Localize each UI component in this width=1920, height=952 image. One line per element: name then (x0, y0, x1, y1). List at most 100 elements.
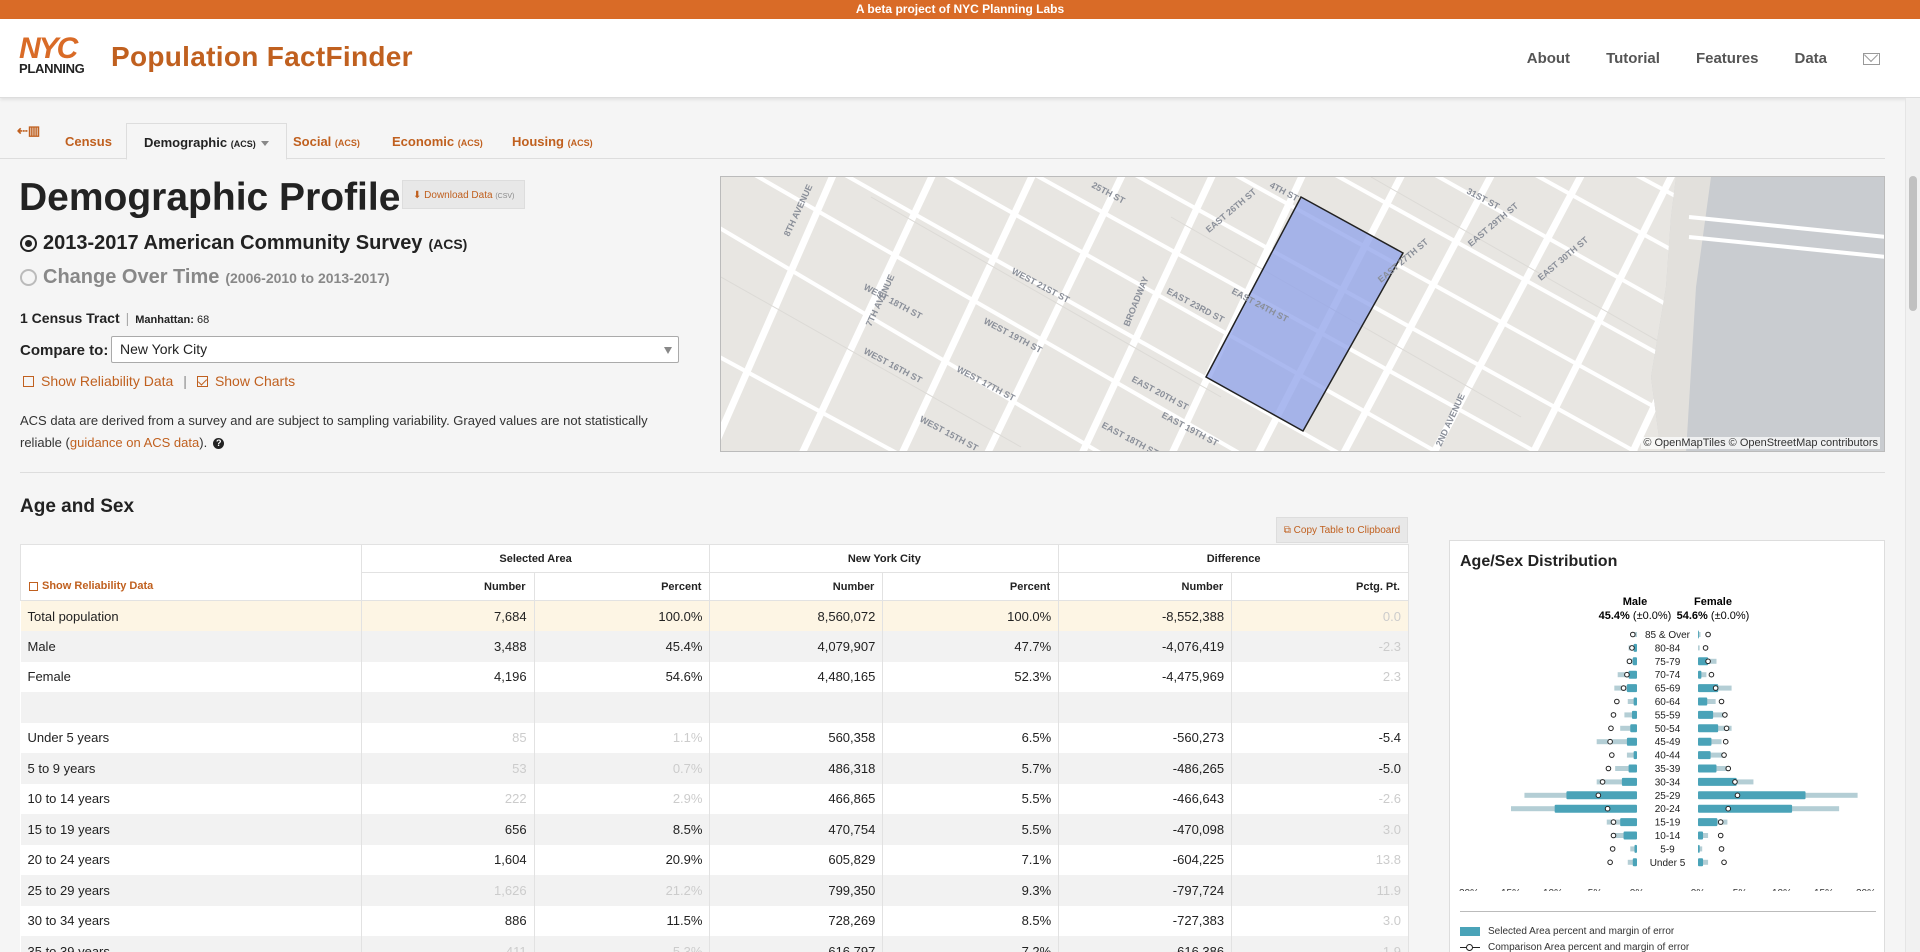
option-acs[interactable]: 2013-2017 American Community Survey (ACS… (20, 232, 467, 255)
female-comparison-point (1717, 819, 1724, 825)
tab-social[interactable]: Social (ACS) (276, 123, 377, 160)
table-cell: Female (20, 661, 362, 692)
table-cell: 7.2% (882, 936, 1060, 952)
table-cell: 1,626 (361, 875, 535, 906)
x-tick-label: 5% (1588, 888, 1603, 891)
col-header: Number (709, 572, 884, 601)
table-reliability-toggle[interactable]: Show Reliability Data (20, 544, 362, 601)
age-group-label: 25-29 (1655, 791, 1681, 802)
download-label: Download Data (424, 190, 493, 201)
table-cell: 886 (361, 905, 535, 936)
x-tick-label: 15% (1501, 888, 1521, 891)
tab-demographic[interactable]: Demographic (ACS) (126, 123, 287, 160)
table-cell: 0.0 (1231, 600, 1409, 631)
table-cell: 656 (361, 814, 535, 845)
table-cell: 100.0% (882, 600, 1060, 631)
back-to-map-icon[interactable]: ⇠▥ (17, 123, 40, 139)
table-cell: 222 (361, 783, 535, 814)
female-comparison-point (1725, 765, 1732, 772)
download-data-button[interactable]: ⬇ Download Data (CSV) (402, 180, 526, 209)
table-cell: 8.5% (534, 814, 711, 845)
female-comparison-point (1717, 832, 1724, 839)
reliability-checkbox[interactable] (23, 375, 34, 387)
x-tick-label: 10% (1772, 888, 1792, 891)
table-cell: 560,358 (709, 722, 884, 753)
table-cell: 470,754 (709, 814, 884, 845)
male-comparison-point (1614, 698, 1620, 705)
copy-table-button[interactable]: ⧉ Copy Table to Clipboard (1276, 517, 1408, 543)
age-sex-chart-panel: Age/Sex Distribution Male Female 45.4% (… (1449, 540, 1885, 952)
male-comparison-point (1609, 752, 1615, 758)
tab-census-label: Census (65, 134, 112, 149)
table-cell: 85 (361, 722, 535, 753)
nav-data[interactable]: Data (1794, 50, 1827, 67)
table-row: Under 5 years 85 1.1% 560,358 6.5% -560,273 -5… (20, 722, 1409, 753)
tab-economic[interactable]: Economic (ACS) (375, 123, 500, 160)
compare-value: New York City (120, 341, 208, 357)
table-cell: 54.6% (534, 661, 711, 692)
acs-note-end: ). (199, 435, 208, 450)
table-cell (1231, 692, 1409, 723)
acs-guidance-link[interactable]: guidance on ACS data (70, 435, 199, 450)
nav-tutorial[interactable]: Tutorial (1606, 50, 1660, 67)
table-cell: 10 to 14 years (20, 783, 362, 814)
nav-about[interactable]: About (1527, 50, 1570, 67)
male-comparison-point (1608, 725, 1614, 732)
mail-icon[interactable] (1863, 52, 1880, 65)
female-moe: (±0.0%) (1711, 610, 1749, 622)
help-icon[interactable]: ? (213, 438, 225, 450)
reliability-checkbox[interactable] (29, 581, 38, 591)
age-sex-table: Show Reliability Data Selected Area New … (20, 544, 1409, 952)
table-cell: 45.4% (534, 631, 711, 662)
charts-checkbox[interactable] (196, 375, 208, 387)
selection-map[interactable]: 8TH AVENUE 7TH AVENUE BROADWAY WEST 18TH… (720, 176, 1885, 452)
map-canvas[interactable]: 8TH AVENUE 7TH AVENUE BROADWAY WEST 18TH… (721, 177, 1885, 452)
nyc-planning-logo[interactable]: NYC PLANNING (19, 34, 95, 76)
nav-features[interactable]: Features (1696, 50, 1759, 67)
radio-unchecked-icon[interactable] (20, 269, 37, 286)
table-cell: 728,269 (709, 905, 884, 936)
table-cell: 2.3 (1231, 661, 1409, 692)
table-cell (1058, 692, 1233, 723)
compare-select[interactable]: New York City (111, 336, 679, 363)
table-cell: 6.5% (882, 722, 1060, 753)
male-comparison-point (1599, 779, 1606, 785)
download-icon: ⬇ (413, 190, 422, 201)
female-comparison-point (1734, 792, 1741, 799)
separator: | (125, 310, 130, 326)
male-bar (1566, 791, 1637, 800)
male-comparison-point (1609, 846, 1616, 852)
col-header: Number (1058, 572, 1233, 601)
map-attribution[interactable]: © OpenMapTiles © OpenStreetMap contribut… (1641, 437, 1880, 449)
tab-economic-suffix: (ACS) (457, 138, 483, 148)
radio-checked-icon[interactable] (20, 235, 37, 252)
tab-census[interactable]: Census (48, 123, 129, 160)
copy-label: Copy Table to Clipboard (1293, 525, 1401, 536)
scrollbar-thumb[interactable] (1909, 176, 1917, 311)
table-cell: Total population (20, 600, 362, 631)
table-cell: 466,865 (709, 783, 884, 814)
female-comparison-point (1722, 738, 1729, 745)
female-bar (1698, 724, 1719, 733)
option-change-over-time[interactable]: Change Over Time (2006-2010 to 2013-2017… (20, 266, 390, 289)
table-row: Male 3,488 45.4% 4,079,907 47.7% -4,076,419 -2… (20, 631, 1409, 662)
tab-housing[interactable]: Housing (ACS) (495, 123, 610, 160)
table-cell: -470,098 (1058, 814, 1233, 845)
site-title[interactable]: Population FactFinder (111, 41, 413, 73)
female-bar (1698, 751, 1711, 760)
table-cell: -797,724 (1058, 875, 1233, 906)
male-bar (1632, 858, 1637, 867)
table-cell: 8.5% (882, 905, 1060, 936)
legend-comparison: Comparison Area percent and margin of er… (1460, 942, 1689, 952)
show-reliability-label[interactable]: Show Reliability Data (41, 373, 173, 389)
male-bar (1633, 751, 1637, 760)
male-comparison-point (1607, 738, 1613, 745)
table-cell: 486,318 (709, 753, 884, 784)
page-scrollbar[interactable] (1905, 98, 1920, 952)
male-bar (1620, 818, 1637, 827)
table-cell: -4,076,419 (1058, 631, 1233, 662)
female-comparison-point (1705, 658, 1711, 665)
table-cell: 20 to 24 years (20, 844, 362, 875)
x-tick-label: 20% (1856, 888, 1876, 891)
show-charts-label[interactable]: Show Charts (215, 373, 295, 389)
